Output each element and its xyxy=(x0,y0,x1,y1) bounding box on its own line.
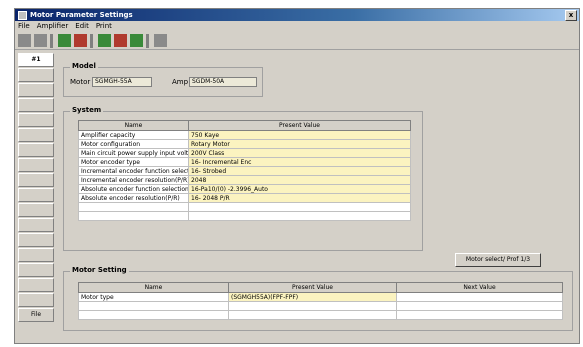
sidebar-item[interactable] xyxy=(18,248,54,262)
parameter-name: Incremental encoder resolution(P/R) xyxy=(78,175,189,185)
table-row[interactable]: Incremental encoder function selection 16… xyxy=(78,166,411,176)
column-header-name: Name xyxy=(78,120,189,131)
upload-icon[interactable] xyxy=(98,34,111,47)
system-legend: System xyxy=(70,106,104,114)
table-row[interactable]: Motor encoder type 16- Incremental Enc xyxy=(78,157,411,167)
download-icon[interactable] xyxy=(114,34,127,47)
sidebar-item[interactable] xyxy=(18,203,54,217)
column-header-name: Name xyxy=(78,282,229,293)
parameter-name: Amplifier capacity xyxy=(78,130,189,140)
amp-label: Amp xyxy=(172,78,189,86)
parameter-name: Main circuit power supply input voltage xyxy=(78,148,189,158)
save-icon[interactable] xyxy=(34,34,47,47)
column-header-present-value: Present Value xyxy=(188,120,411,131)
sidebar-item[interactable] xyxy=(18,263,54,277)
toolbar-separator xyxy=(50,33,53,48)
sidebar-item[interactable] xyxy=(18,293,54,307)
parameter-value: 16-Pa10/(0) -2.3996_Auto xyxy=(188,184,411,194)
motor-label: Motor xyxy=(70,78,91,86)
table-row[interactable]: Motor type (SGMGH55A)(FPF-FPF) xyxy=(78,292,563,302)
read-icon[interactable] xyxy=(58,34,71,47)
parameter-name: Absolute encoder resolution(P/R) xyxy=(78,193,189,203)
motor-setting-legend: Motor Setting xyxy=(70,266,129,274)
table-row[interactable] xyxy=(78,202,411,212)
motor-parameter-window: Motor Parameter Settings x File Amplifie… xyxy=(14,8,580,344)
sidebar-item[interactable] xyxy=(18,143,54,157)
parameter-value: 16- Incremental Enc xyxy=(188,157,411,167)
toolbar-separator xyxy=(146,33,149,48)
system-group: System Name Present Value Amplifier capa… xyxy=(63,106,423,251)
sidebar-item[interactable] xyxy=(18,218,54,232)
menu-file[interactable]: File xyxy=(18,22,30,30)
sidebar-item[interactable] xyxy=(18,128,54,142)
sidebar-item[interactable] xyxy=(18,98,54,112)
model-legend: Model xyxy=(70,62,98,70)
table-row[interactable] xyxy=(78,301,563,311)
column-header-next-value: Next Value xyxy=(396,282,563,293)
parameter-name: Absolute encoder function selection xyxy=(78,184,189,194)
amp-model-field: SGDM-50A xyxy=(189,77,257,87)
motor-select-button[interactable]: Motor select/ Prof 1/3 xyxy=(455,253,541,267)
parameter-value: 750 Kaye xyxy=(188,130,411,140)
system-table: Name Present Value Amplifier capacity 750… xyxy=(78,120,411,221)
menu-edit[interactable]: Edit xyxy=(75,22,89,30)
toolbar xyxy=(15,32,579,50)
model-group: Model Motor SGMGH-55A Amp SGDM-50A xyxy=(63,62,263,97)
table-row[interactable]: Absolute encoder function selection 16-Pa… xyxy=(78,184,411,194)
sidebar-file-button[interactable]: File xyxy=(18,308,54,322)
print-icon[interactable] xyxy=(154,34,167,47)
compare-icon[interactable] xyxy=(130,34,143,47)
table-row[interactable] xyxy=(78,211,411,221)
table-row[interactable]: Absolute encoder resolution(P/R) 16- 2048… xyxy=(78,193,411,203)
parameter-value: 16- Strobed xyxy=(188,166,411,176)
parameter-name: Motor encoder type xyxy=(78,157,189,167)
setting-name: Motor type xyxy=(78,292,229,302)
window-title: Motor Parameter Settings xyxy=(30,11,133,19)
motor-setting-table: Name Present Value Next Value Motor type… xyxy=(78,282,563,320)
parameter-name: Incremental encoder function selection xyxy=(78,166,189,176)
sidebar-item-1[interactable]: #1 xyxy=(18,53,54,67)
setting-next-value[interactable] xyxy=(396,292,563,302)
menu-bar: File Amplifier Edit Print xyxy=(15,21,579,31)
write-icon[interactable] xyxy=(74,34,87,47)
table-row[interactable]: Amplifier capacity 750 Kaye xyxy=(78,130,411,140)
title-bar: Motor Parameter Settings x xyxy=(15,9,579,21)
sidebar-item[interactable] xyxy=(18,188,54,202)
table-row[interactable] xyxy=(78,310,563,320)
menu-print[interactable]: Print xyxy=(96,22,112,30)
table-row[interactable]: Motor configuration Rotary Motor xyxy=(78,139,411,149)
parameter-value: 2048 xyxy=(188,175,411,185)
menu-amplifier[interactable]: Amplifier xyxy=(37,22,69,30)
parameter-value: 200V Class xyxy=(188,148,411,158)
axis-sidebar: #1 File xyxy=(18,53,54,343)
parameter-name: Motor configuration xyxy=(78,139,189,149)
open-icon[interactable] xyxy=(18,34,31,47)
motor-setting-group: Motor Setting Name Present Value Next Va… xyxy=(63,266,573,331)
sidebar-item[interactable] xyxy=(18,233,54,247)
sidebar-item[interactable] xyxy=(18,158,54,172)
sidebar-item[interactable] xyxy=(18,68,54,82)
close-button[interactable]: x xyxy=(565,9,577,21)
sidebar-item[interactable] xyxy=(18,83,54,97)
setting-present-value: (SGMGH55A)(FPF-FPF) xyxy=(228,292,397,302)
parameter-value: 16- 2048 P/R xyxy=(188,193,411,203)
sidebar-item[interactable] xyxy=(18,113,54,127)
toolbar-separator xyxy=(90,33,93,48)
sidebar-item[interactable] xyxy=(18,173,54,187)
sidebar-item[interactable] xyxy=(18,278,54,292)
column-header-present-value: Present Value xyxy=(228,282,397,293)
table-row[interactable]: Incremental encoder resolution(P/R) 2048 xyxy=(78,175,411,185)
app-icon xyxy=(18,10,27,20)
parameter-value: Rotary Motor xyxy=(188,139,411,149)
table-row[interactable]: Main circuit power supply input voltage 2… xyxy=(78,148,411,158)
motor-model-field: SGMGH-55A xyxy=(92,77,152,87)
